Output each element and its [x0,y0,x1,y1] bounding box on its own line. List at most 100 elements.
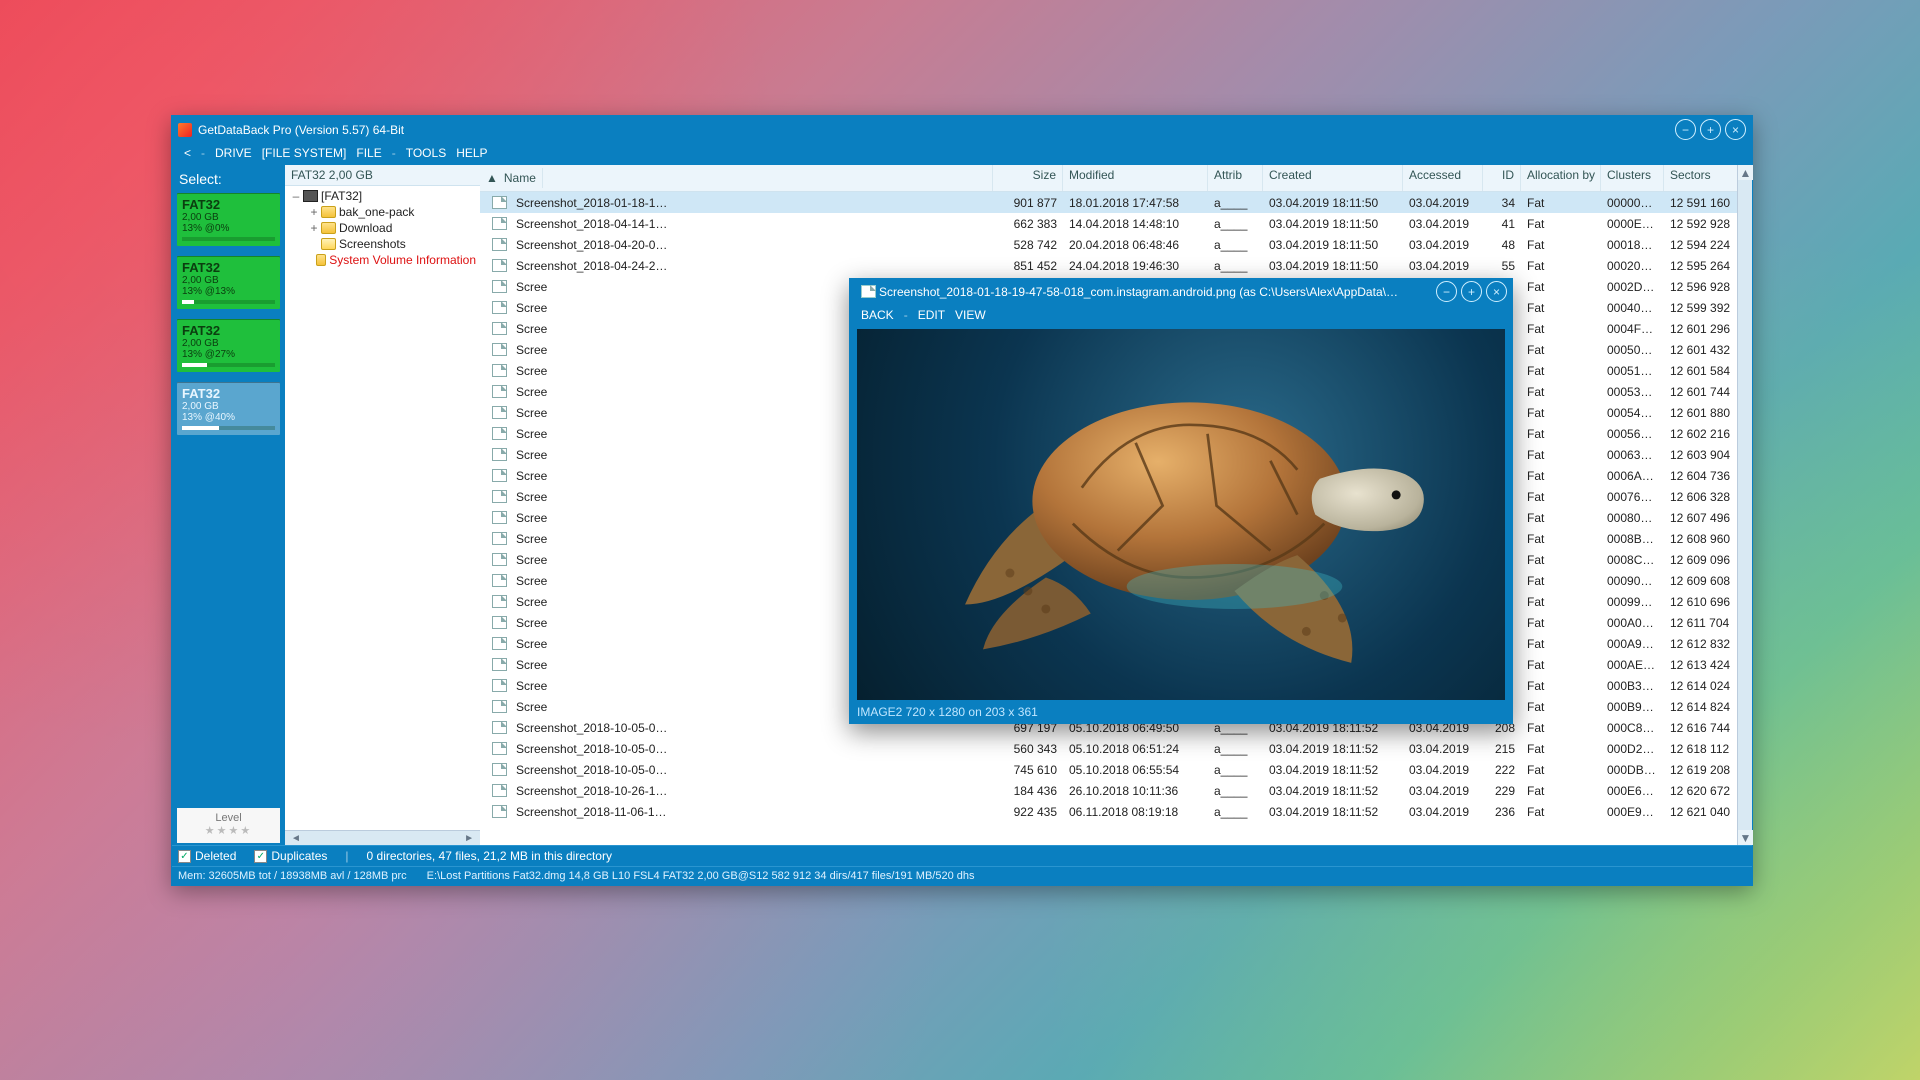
cell-created: 03.04.2019 18:11:50 [1263,196,1403,210]
preview-close-button[interactable]: × [1486,281,1507,302]
menu-help[interactable]: HELP [452,145,491,161]
file-icon [492,385,507,398]
tree-item[interactable]: Screenshots [285,236,480,252]
hdr-clusters[interactable]: Clusters [1601,165,1664,191]
cell-name: Screenshot_2018-04-24-2… [510,259,673,273]
cell-alloc: Fat [1521,742,1601,756]
scroll-down-icon[interactable]: ▼ [1738,830,1753,845]
volume-item[interactable]: FAT322,00 GB13% @40% [177,382,280,435]
menu-drive[interactable]: DRIVE [211,145,256,161]
tree-expand-icon[interactable]: + [307,221,321,235]
titlebar[interactable]: GetDataBack Pro (Version 5.57) 64-Bit − … [172,116,1752,143]
window-minimize-button[interactable]: − [1675,119,1696,140]
tree-expand-icon[interactable]: + [307,205,321,219]
cell-name: Scree [510,448,553,462]
tree-item[interactable]: System Volume Information [285,252,480,268]
volume-pct: 13% @27% [182,349,275,360]
hdr-created[interactable]: Created [1263,165,1403,191]
preview-titlebar[interactable]: Screenshot_2018-01-18-19-47-58-018_com.i… [849,278,1513,305]
file-icon [492,322,507,335]
cell-name: Scree [510,364,553,378]
table-row[interactable]: Screenshot_2018-10-05-0…745 61005.10.201… [480,759,1752,780]
tree-item[interactable]: +bak_one-pack [285,204,480,220]
hdr-modified[interactable]: Modified [1063,165,1208,191]
directory-summary: 0 directories, 47 files, 21,2 MB in this… [367,849,612,863]
preview-edit[interactable]: EDIT [914,307,949,323]
preview-back[interactable]: BACK [857,307,898,323]
tree-collapse-icon[interactable]: – [289,189,303,203]
duplicates-checkbox[interactable]: ✓ Duplicates [254,849,327,863]
file-icon [492,511,507,524]
file-icon [492,532,507,545]
cell-accessed: 03.04.2019 [1403,805,1483,819]
table-row[interactable]: Screenshot_2018-10-05-0…560 34305.10.201… [480,738,1752,759]
volume-item[interactable]: FAT322,00 GB13% @27% [177,319,280,372]
tree-body[interactable]: – [FAT32] +bak_one-pack+DownloadScreensh… [285,186,480,830]
tree-item-label: System Volume Information [329,253,476,267]
file-icon [492,574,507,587]
volume-item[interactable]: FAT322,00 GB13% @13% [177,256,280,309]
cell-clusters: 000E6… [1601,784,1664,798]
window-close-button[interactable]: × [1725,119,1746,140]
menu-file[interactable]: FILE [352,145,385,161]
table-row[interactable]: Screenshot_2018-04-14-1…662 38314.04.201… [480,213,1752,234]
cell-created: 03.04.2019 18:11:52 [1263,805,1403,819]
tree-root[interactable]: – [FAT32] [285,188,480,204]
hdr-name[interactable]: ▲Name [480,165,993,191]
volume-item[interactable]: FAT322,00 GB13% @0% [177,193,280,246]
cell-id: 41 [1483,217,1521,231]
table-row[interactable]: Screenshot_2018-11-06-1…922 43506.11.201… [480,801,1752,822]
cell-attrib: a____ [1208,196,1263,210]
cell-size: 184 436 [993,784,1063,798]
cell-accessed: 03.04.2019 [1403,217,1483,231]
menu-back[interactable]: < [180,145,195,161]
cell-modified: 14.04.2018 14:48:10 [1063,217,1208,231]
table-row[interactable]: Screenshot_2018-01-18-1…901 87718.01.201… [480,192,1752,213]
cell-clusters: 00063… [1601,448,1664,462]
table-row[interactable]: Screenshot_2018-04-24-2…851 45224.04.201… [480,255,1752,276]
preview-minimize-button[interactable]: − [1436,281,1457,302]
cell-name: Scree [510,637,553,651]
tree-hscroll[interactable]: ◄ ► [285,830,480,845]
preview-maximize-button[interactable]: + [1461,281,1482,302]
hdr-id[interactable]: ID [1483,165,1521,191]
preview-window[interactable]: Screenshot_2018-01-18-19-47-58-018_com.i… [849,278,1513,724]
file-icon [492,406,507,419]
folder-icon [321,206,336,218]
hdr-alloc[interactable]: Allocation by [1521,165,1601,191]
volume-title: FAT32 [182,197,275,212]
list-vscroll[interactable]: ▲ ▼ [1737,165,1752,845]
table-row[interactable]: Screenshot_2018-10-26-1…184 43626.10.201… [480,780,1752,801]
deleted-checkbox[interactable]: ✓ Deleted [178,849,236,863]
status-mem: Mem: 32605MB tot / 18938MB avl / 128MB p… [178,870,407,882]
cell-size: 851 452 [993,259,1063,273]
file-icon [492,259,507,272]
hdr-accessed[interactable]: Accessed [1403,165,1483,191]
bottombar: ✓ Deleted ✓ Duplicates | 0 directories, … [172,845,1752,866]
tree-item[interactable]: +Download [285,220,480,236]
folder-icon [316,254,326,266]
preview-image [857,329,1505,700]
turtle-illustration-icon [889,344,1472,685]
scroll-right-icon[interactable]: ► [460,833,478,844]
hdr-size[interactable]: Size [993,165,1063,191]
menu-tools[interactable]: TOOLS [402,145,450,161]
workspace: Select: FAT322,00 GB13% @0%FAT322,00 GB1… [172,165,1752,845]
menu-filesystem[interactable]: [FILE SYSTEM] [258,145,351,161]
hdr-attrib[interactable]: Attrib [1208,165,1263,191]
list-headers[interactable]: ▲Name Size Modified Attrib Created Acces… [480,165,1752,192]
table-row[interactable]: Screenshot_2018-04-20-0…528 74220.04.201… [480,234,1752,255]
window-maximize-button[interactable]: + [1700,119,1721,140]
cell-attrib: a____ [1208,742,1263,756]
cell-alloc: Fat [1521,322,1601,336]
cell-accessed: 03.04.2019 [1403,742,1483,756]
cell-clusters: 000B3… [1601,679,1664,693]
preview-view[interactable]: VIEW [951,307,990,323]
cell-attrib: a____ [1208,805,1263,819]
cell-created: 03.04.2019 18:11:52 [1263,763,1403,777]
cell-alloc: Fat [1521,511,1601,525]
cell-size: 745 610 [993,763,1063,777]
scroll-left-icon[interactable]: ◄ [287,833,305,844]
cell-alloc: Fat [1521,553,1601,567]
scroll-up-icon[interactable]: ▲ [1738,165,1753,180]
